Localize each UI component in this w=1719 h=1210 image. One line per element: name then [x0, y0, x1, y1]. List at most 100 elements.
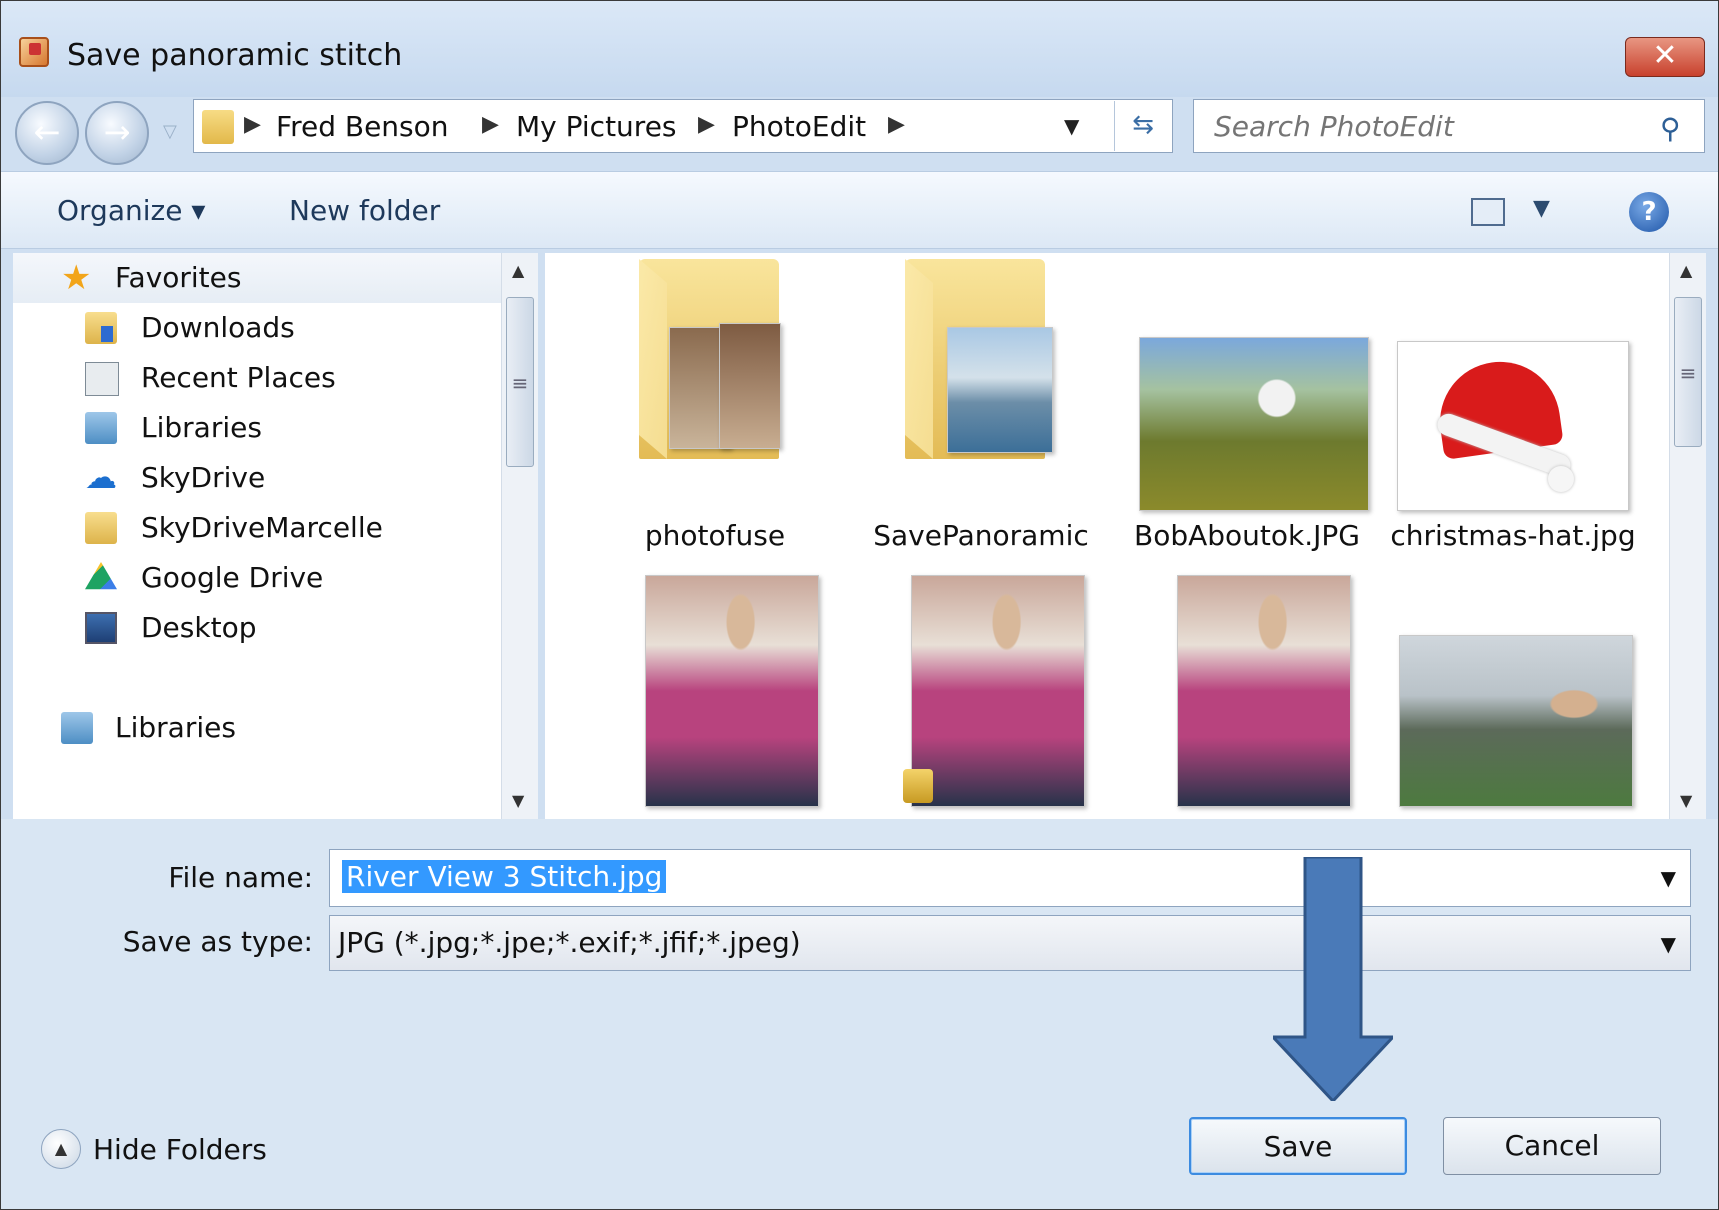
help-icon[interactable]: ?: [1629, 192, 1669, 232]
search-input[interactable]: [1212, 108, 1636, 144]
sidebar-item-google-drive[interactable]: Google Drive: [13, 553, 501, 603]
file-item-photo[interactable]: [1383, 575, 1643, 819]
chevron-up-icon[interactable]: ▲: [41, 1129, 81, 1169]
sidebar-item-label: Recent Places: [141, 361, 336, 394]
navigation-pane: ★ Favorites Downloads Recent Places Libr…: [13, 253, 501, 819]
save-as-type-label: Save as type:: [122, 925, 313, 958]
file-item-label: BobAboutok.JPG: [1134, 519, 1360, 552]
title-bar: Save panoramic stitch ✕: [1, 1, 1718, 97]
sidebar-item-libraries-group[interactable]: Libraries: [13, 703, 501, 753]
file-item-savepanoramic[interactable]: SavePanoramic: [851, 253, 1111, 552]
image-thumbnail: [1139, 337, 1369, 511]
save-button[interactable]: Save: [1189, 1117, 1407, 1175]
refresh-icon[interactable]: ⇆: [1114, 101, 1171, 151]
sidebar-item-label: Downloads: [141, 311, 295, 344]
folder-preview-image: [719, 323, 781, 449]
file-name-field[interactable]: River View 3 Stitch.jpg ▼: [329, 849, 1691, 907]
forward-button[interactable]: →: [85, 101, 149, 165]
save-as-type-value: JPG (*.jpg;*.jpe;*.exif;*.jfif;*.jpeg): [338, 926, 801, 959]
search-box[interactable]: ⚲: [1193, 99, 1705, 153]
libraries-icon: [85, 412, 117, 444]
breadcrumb-fred-benson[interactable]: Fred Benson: [276, 110, 449, 143]
command-toolbar: Organize ▾ New folder ▼ ?: [1, 171, 1718, 249]
file-item-photo[interactable]: [851, 575, 1111, 819]
breadcrumb-arrow-icon[interactable]: ▶: [482, 112, 499, 137]
star-icon: ★: [61, 258, 92, 298]
save-form: File name: River View 3 Stitch.jpg ▼ Sav…: [1, 819, 1718, 1209]
save-as-type-select[interactable]: JPG (*.jpg;*.jpe;*.exif;*.jfif;*.jpeg) ▼: [329, 915, 1691, 971]
file-item-bobaboutok[interactable]: BobAboutok.JPG: [1117, 253, 1377, 552]
sidebar-item-libraries[interactable]: Libraries: [13, 403, 501, 453]
file-item-label: SavePanoramic: [873, 519, 1089, 552]
hat-pompom-shape: [1548, 466, 1574, 492]
address-dropdown-icon[interactable]: ▼: [1064, 114, 1079, 138]
scroll-up-icon[interactable]: ▲: [1680, 261, 1692, 280]
folder-preview-image: [947, 327, 1053, 453]
lock-icon: [903, 769, 933, 803]
breadcrumb-my-pictures[interactable]: My Pictures: [516, 110, 677, 143]
sidebar-item-label: SkyDriveMarcelle: [141, 511, 383, 544]
organize-button[interactable]: Organize ▾: [57, 194, 205, 227]
desktop-icon: [85, 612, 117, 644]
libraries-icon: [61, 712, 93, 744]
scroll-down-icon[interactable]: ▼: [512, 791, 524, 810]
new-folder-button[interactable]: New folder: [289, 194, 440, 227]
folder-icon: [202, 110, 234, 144]
cancel-button[interactable]: Cancel: [1443, 1117, 1661, 1175]
scroll-down-icon[interactable]: ▼: [1680, 791, 1692, 810]
search-icon[interactable]: ⚲: [1660, 112, 1681, 145]
navigation-bar: ← → ▽ ▶ Fred Benson ▶ My Pictures ▶ Phot…: [1, 97, 1718, 171]
image-thumbnail: [1177, 575, 1351, 807]
annotation-arrow-icon: [1273, 857, 1393, 1101]
save-dialog: Save panoramic stitch ✕ ← → ▽ ▶ Fred Ben…: [0, 0, 1719, 1210]
sidebar-item-label: Desktop: [141, 611, 257, 644]
file-item-label: christmas-hat.jpg: [1390, 519, 1636, 552]
sidebar-item-desktop[interactable]: Desktop: [13, 603, 501, 653]
image-thumbnail: [645, 575, 819, 807]
file-item-photofuse[interactable]: photofuse: [585, 253, 845, 552]
sidebar-item-label: Libraries: [141, 411, 262, 444]
image-thumbnail: [1399, 635, 1633, 807]
recent-places-icon: [85, 362, 119, 396]
sidebar-item-label: SkyDrive: [141, 461, 266, 494]
file-list: photofuse SavePanoramic BobAboutok.JPG c…: [545, 253, 1669, 819]
back-button[interactable]: ←: [15, 101, 79, 165]
sidebar-item-label: Libraries: [115, 711, 236, 744]
google-drive-icon: [85, 562, 117, 590]
scrollbar-thumb[interactable]: ≡: [1674, 297, 1702, 447]
scrollbar-thumb[interactable]: ≡: [506, 297, 534, 467]
sidebar-item-recent-places[interactable]: Recent Places: [13, 353, 501, 403]
file-list-scrollbar[interactable]: ▲ ≡ ▼: [1669, 253, 1706, 819]
file-item-photo[interactable]: [585, 575, 845, 819]
image-thumbnail: [911, 575, 1085, 807]
address-bar[interactable]: ▶ Fred Benson ▶ My Pictures ▶ PhotoEdit …: [193, 99, 1173, 153]
sidebar-item-favorites[interactable]: ★ Favorites: [13, 253, 501, 303]
downloads-folder-icon: [85, 312, 117, 344]
change-view-icon[interactable]: [1471, 198, 1505, 226]
file-item-christmas-hat[interactable]: christmas-hat.jpg: [1383, 253, 1643, 552]
breadcrumb-photoedit[interactable]: PhotoEdit: [732, 110, 866, 143]
save-as-type-dropdown-icon[interactable]: ▼: [1661, 932, 1676, 956]
skydrive-icon: ☁: [85, 458, 117, 496]
scroll-up-icon[interactable]: ▲: [512, 261, 524, 280]
sidebar-item-downloads[interactable]: Downloads: [13, 303, 501, 353]
navigation-pane-scrollbar[interactable]: ▲ ≡ ▼: [501, 253, 538, 819]
file-name-dropdown-icon[interactable]: ▼: [1661, 866, 1676, 890]
sidebar-item-label: Google Drive: [141, 561, 324, 594]
folder-icon: [85, 512, 117, 544]
breadcrumb-arrow-icon[interactable]: ▶: [888, 112, 905, 137]
file-item-label: photofuse: [644, 519, 786, 552]
close-button[interactable]: ✕: [1625, 37, 1705, 77]
sidebar-item-skydrive[interactable]: ☁ SkyDrive: [13, 453, 501, 503]
app-icon: [19, 37, 49, 67]
breadcrumb-arrow-icon[interactable]: ▶: [698, 112, 715, 137]
breadcrumb-arrow-icon[interactable]: ▶: [244, 112, 261, 137]
hide-folders-button[interactable]: Hide Folders: [93, 1133, 267, 1166]
file-name-value[interactable]: River View 3 Stitch.jpg: [342, 860, 667, 893]
file-item-photo[interactable]: [1117, 575, 1377, 819]
sidebar-item-label: Favorites: [115, 261, 242, 294]
recent-pages-dropdown-icon[interactable]: ▽: [163, 121, 177, 142]
view-options-dropdown-icon[interactable]: ▼: [1533, 196, 1550, 221]
dialog-title: Save panoramic stitch: [67, 38, 403, 73]
sidebar-item-skydrivemarcelle[interactable]: SkyDriveMarcelle: [13, 503, 501, 553]
